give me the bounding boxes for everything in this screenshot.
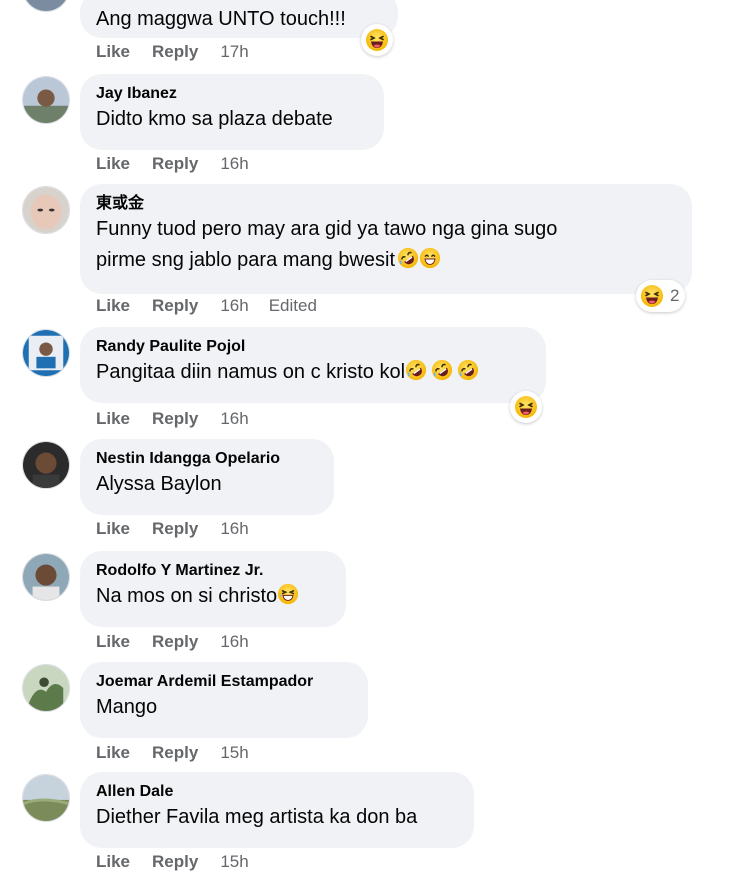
- comment-author[interactable]: Joemar Ardemil Estampador: [96, 672, 352, 692]
- comment-bubble: Allen Dale Diether Favila meg artista ka…: [80, 772, 474, 848]
- timestamp[interactable]: 16h: [220, 154, 248, 174]
- comment-text: Ang maggwa UNTO touch!!!: [96, 8, 346, 30]
- comment-author[interactable]: Rodolfo Y Martinez Jr.: [96, 561, 330, 581]
- rofl-emoji: [431, 359, 453, 381]
- comment-text: Didto kmo sa plaza debate: [96, 108, 333, 130]
- timestamp[interactable]: 16h: [220, 409, 248, 429]
- reply-button[interactable]: Reply: [152, 632, 198, 652]
- like-button[interactable]: Like: [96, 42, 130, 62]
- comment-bubble: Nestin Idangga Opelario Alyssa Baylon: [80, 439, 334, 515]
- comment-actions: Like Reply 17h: [96, 42, 269, 62]
- avatar[interactable]: [22, 774, 70, 822]
- reply-button[interactable]: Reply: [152, 519, 198, 539]
- comment-author[interactable]: Randy Paulite Pojol: [96, 337, 530, 357]
- comment-bubble: Randy Paulite Pojol Pangitaa diin namus …: [80, 327, 546, 403]
- comment-text: Mango: [96, 696, 158, 718]
- reply-button[interactable]: Reply: [152, 743, 198, 763]
- like-button[interactable]: Like: [96, 519, 130, 539]
- comment-actions: Like Reply 16h: [96, 519, 269, 539]
- comment-actions: Like Reply 15h: [96, 852, 269, 872]
- reply-button[interactable]: Reply: [152, 409, 198, 429]
- laughing-face-icon: [514, 395, 538, 419]
- like-button[interactable]: Like: [96, 296, 130, 316]
- comment-author[interactable]: Nestin Idangga Opelario: [96, 449, 318, 469]
- rofl-emoji: [397, 247, 419, 269]
- avatar[interactable]: [22, 76, 70, 124]
- comment-bubble: Rodolfo Y Martinez Jr. Na mos on si chri…: [80, 551, 346, 627]
- edited-label[interactable]: Edited: [269, 296, 317, 316]
- comment-author[interactable]: 東或金: [96, 194, 676, 214]
- comment-text-line: pirme sng jablo para mang bwesit: [96, 245, 676, 276]
- timestamp[interactable]: 15h: [220, 852, 248, 872]
- reply-button[interactable]: Reply: [152, 42, 198, 62]
- reply-button[interactable]: Reply: [152, 154, 198, 174]
- reaction-summary[interactable]: [361, 24, 393, 56]
- comment-actions: Like Reply 16h: [96, 632, 269, 652]
- avatar[interactable]: [22, 329, 70, 377]
- timestamp[interactable]: 17h: [220, 42, 248, 62]
- comment-author[interactable]: Jay Ibanez: [96, 84, 368, 104]
- avatar[interactable]: [22, 0, 70, 12]
- grin-emoji: [419, 247, 441, 269]
- laughing-face-icon: [640, 284, 664, 308]
- comment-text: Na mos on si christo: [96, 581, 330, 612]
- like-button[interactable]: Like: [96, 632, 130, 652]
- timestamp[interactable]: 16h: [220, 632, 248, 652]
- reply-button[interactable]: Reply: [152, 296, 198, 316]
- comment-actions: Like Reply 16h: [96, 154, 269, 174]
- comment-actions: Like Reply 16h: [96, 409, 269, 429]
- timestamp[interactable]: 16h: [220, 519, 248, 539]
- like-button[interactable]: Like: [96, 852, 130, 872]
- comment-bubble: 東或金 Funny tuod pero may ara gid ya tawo …: [80, 184, 692, 294]
- rofl-emoji: [405, 359, 427, 381]
- reaction-count: 2: [670, 286, 680, 305]
- laughing-face-icon: [365, 28, 389, 52]
- comment-text-line: Funny tuod pero may ara gid ya tawo nga …: [96, 218, 558, 240]
- comment-text: Diether Favila meg artista ka don ba: [96, 806, 418, 828]
- reaction-summary[interactable]: [510, 391, 542, 423]
- comment-actions: Like Reply 16h Edited: [96, 296, 337, 316]
- comment-bubble: Jay Ibanez Didto kmo sa plaza debate: [80, 74, 384, 150]
- like-button[interactable]: Like: [96, 743, 130, 763]
- avatar[interactable]: [22, 553, 70, 601]
- timestamp[interactable]: 15h: [220, 743, 248, 763]
- like-button[interactable]: Like: [96, 409, 130, 429]
- avatar[interactable]: [22, 441, 70, 489]
- comment-text: Pangitaa diin namus on c kristo kol: [96, 357, 530, 388]
- avatar[interactable]: [22, 664, 70, 712]
- reaction-summary[interactable]: 2: [636, 280, 686, 312]
- comment-actions: Like Reply 15h: [96, 743, 269, 763]
- timestamp[interactable]: 16h: [220, 296, 248, 316]
- reply-button[interactable]: Reply: [152, 852, 198, 872]
- comment-text: Alyssa Baylon: [96, 473, 222, 495]
- rofl-emoji: [457, 359, 479, 381]
- comment-bubble: Ang maggwa UNTO touch!!!: [80, 0, 398, 38]
- avatar[interactable]: [22, 186, 70, 234]
- comment-author[interactable]: Allen Dale: [96, 782, 458, 802]
- like-button[interactable]: Like: [96, 154, 130, 174]
- comment-bubble: Joemar Ardemil Estampador Mango: [80, 662, 368, 738]
- laughing-squint-emoji: [277, 583, 299, 605]
